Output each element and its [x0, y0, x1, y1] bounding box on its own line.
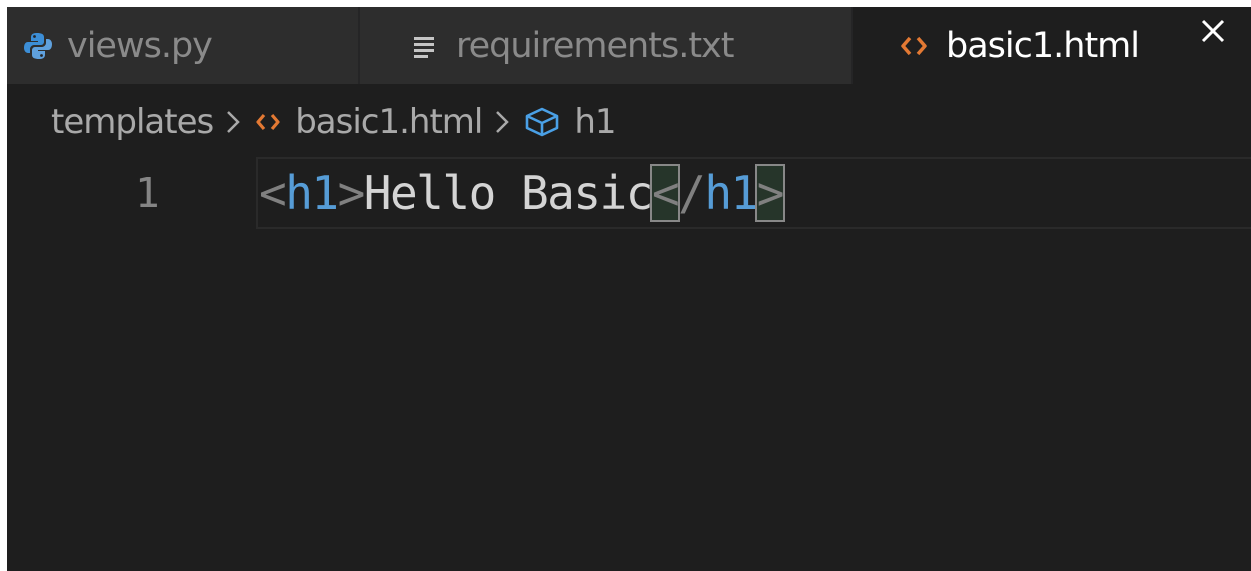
tab-basic1-html[interactable]: basic1.html [853, 7, 1251, 84]
code-slash: / [678, 166, 706, 220]
breadcrumb: templates basic1.html h1 [51, 99, 617, 145]
chevron-right-icon [225, 109, 241, 135]
code-text-content: Hello Basic [363, 166, 654, 220]
tab-label: basic1.html [946, 25, 1140, 66]
breadcrumb-file[interactable]: basic1.html [295, 102, 483, 142]
breadcrumb-symbol[interactable]: h1 [574, 102, 616, 142]
chevron-right-icon [494, 109, 510, 135]
code-open-bracket: < [259, 166, 287, 220]
html-code-icon [900, 35, 928, 57]
line-number: 1 [135, 169, 160, 217]
code-tag-name: h1 [285, 166, 339, 220]
breadcrumb-folder[interactable]: templates [51, 102, 214, 142]
code-matched-bracket: > [754, 164, 785, 222]
python-icon [23, 31, 53, 61]
text-file-icon [412, 34, 436, 58]
code-matched-bracket: < [649, 164, 681, 222]
close-icon[interactable] [1197, 15, 1229, 47]
tab-label: requirements.txt [456, 25, 734, 66]
code-close-bracket: > [337, 166, 366, 220]
html-code-icon [255, 112, 281, 132]
tab-label: views.py [67, 25, 213, 66]
editor-window: views.py requirements.txt basic1.html te… [7, 7, 1251, 571]
symbol-cube-icon [524, 106, 560, 138]
tab-bar: views.py requirements.txt basic1.html [7, 7, 1251, 84]
code-editor[interactable]: 1 <h1>Hello Basic</h1> [7, 157, 1251, 571]
code-line[interactable]: <h1>Hello Basic</h1> [259, 163, 785, 223]
tab-views-py[interactable]: views.py [7, 7, 358, 84]
tab-requirements-txt[interactable]: requirements.txt [360, 7, 851, 84]
code-tag-name: h1 [704, 166, 758, 220]
